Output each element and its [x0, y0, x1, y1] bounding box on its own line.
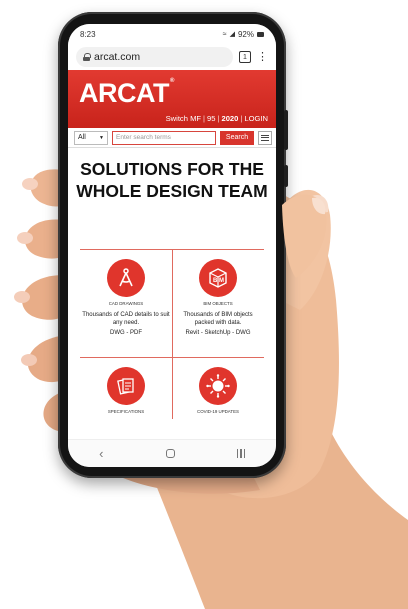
site-header: ARCAT® Switch MF | 95 | 2020 | LOGIN [68, 70, 276, 128]
card-formats: Revit - SketchUp - DWG [185, 330, 251, 336]
separator: | [240, 114, 243, 123]
battery-icon [257, 31, 264, 37]
login-link[interactable]: LOGIN [244, 114, 268, 123]
tab-switcher-button[interactable]: 1 [239, 51, 251, 63]
battery-percent: 92% [237, 29, 254, 39]
feature-grid: CAD DRAWINGS Thousands of CAD details to… [80, 249, 264, 419]
phone-screen: 8:23 ≈ ◢ 92% arcat.com 1 ⋮ ARCAT® Switch… [68, 24, 276, 467]
mf-link[interactable]: MF [190, 114, 201, 123]
arcat-logo[interactable]: ARCAT® [79, 78, 174, 109]
search-button[interactable]: Search [220, 130, 254, 145]
card-description: Thousands of CAD details to suit any nee… [82, 312, 170, 326]
browser-menu-icon[interactable]: ⋮ [257, 51, 268, 63]
svg-text:M: M [219, 278, 224, 284]
lock-icon [83, 53, 91, 61]
card-title: CAD DRAWINGS [108, 301, 144, 306]
search-input[interactable]: Enter search terms [112, 130, 216, 145]
card-title: SPECIFICATIONS [107, 409, 145, 414]
card-formats: DWG - PDF [110, 330, 142, 336]
card-description: Thousands of BIM objects packed with dat… [183, 312, 253, 326]
recent-apps-icon[interactable] [236, 449, 245, 458]
switch-link[interactable]: Switch [166, 114, 188, 123]
power-button [284, 165, 288, 187]
address-field[interactable]: arcat.com [76, 47, 233, 67]
svg-text:B: B [213, 278, 218, 284]
status-time: 8:23 [80, 29, 96, 39]
page-headline: SOLUTIONS FOR THE WHOLE DESIGN TEAM [76, 159, 268, 201]
back-icon[interactable]: ‹ [99, 446, 103, 461]
home-icon[interactable] [165, 449, 175, 458]
search-bar: All ▼ Enter search terms Search [68, 128, 276, 148]
card-specifications[interactable]: SPECIFICATIONS [80, 367, 172, 414]
separator: | [203, 114, 206, 123]
signal-icon: ◢ [229, 31, 235, 38]
url-text: arcat.com [94, 51, 141, 63]
volume-button [284, 110, 288, 150]
status-indicators: ≈ ◢ 92% [223, 30, 264, 39]
edition-2020-link[interactable]: 2020 [221, 114, 238, 123]
edition-95-link[interactable]: 95 [207, 114, 215, 123]
documents-icon [107, 367, 145, 405]
android-nav-bar: ‹ [68, 439, 276, 467]
header-links: Switch MF | 95 | 2020 | LOGIN [166, 114, 268, 123]
status-bar: 8:23 ≈ ◢ 92% [68, 24, 276, 44]
card-bim-objects[interactable]: B M BIM OBJECTS Thousands of BIM objects… [172, 259, 264, 336]
category-select-value: All [78, 134, 86, 141]
card-title: COVID-19 UPDATES [197, 409, 239, 414]
browser-url-bar: arcat.com 1 ⋮ [68, 44, 276, 70]
wifi-icon: ≈ [222, 30, 227, 38]
card-covid-updates[interactable]: COVID-19 UPDATES [172, 367, 264, 414]
category-select[interactable]: All ▼ [74, 130, 108, 145]
hamburger-menu-icon[interactable] [258, 130, 272, 145]
chevron-down-icon: ▼ [99, 134, 104, 141]
compass-icon [107, 259, 145, 297]
card-cad-drawings[interactable]: CAD DRAWINGS Thousands of CAD details to… [80, 259, 172, 336]
card-title: BIM OBJECTS [203, 301, 233, 306]
separator: | [217, 114, 220, 123]
bim-cube-icon: B M [199, 259, 237, 297]
virus-icon [199, 367, 237, 405]
